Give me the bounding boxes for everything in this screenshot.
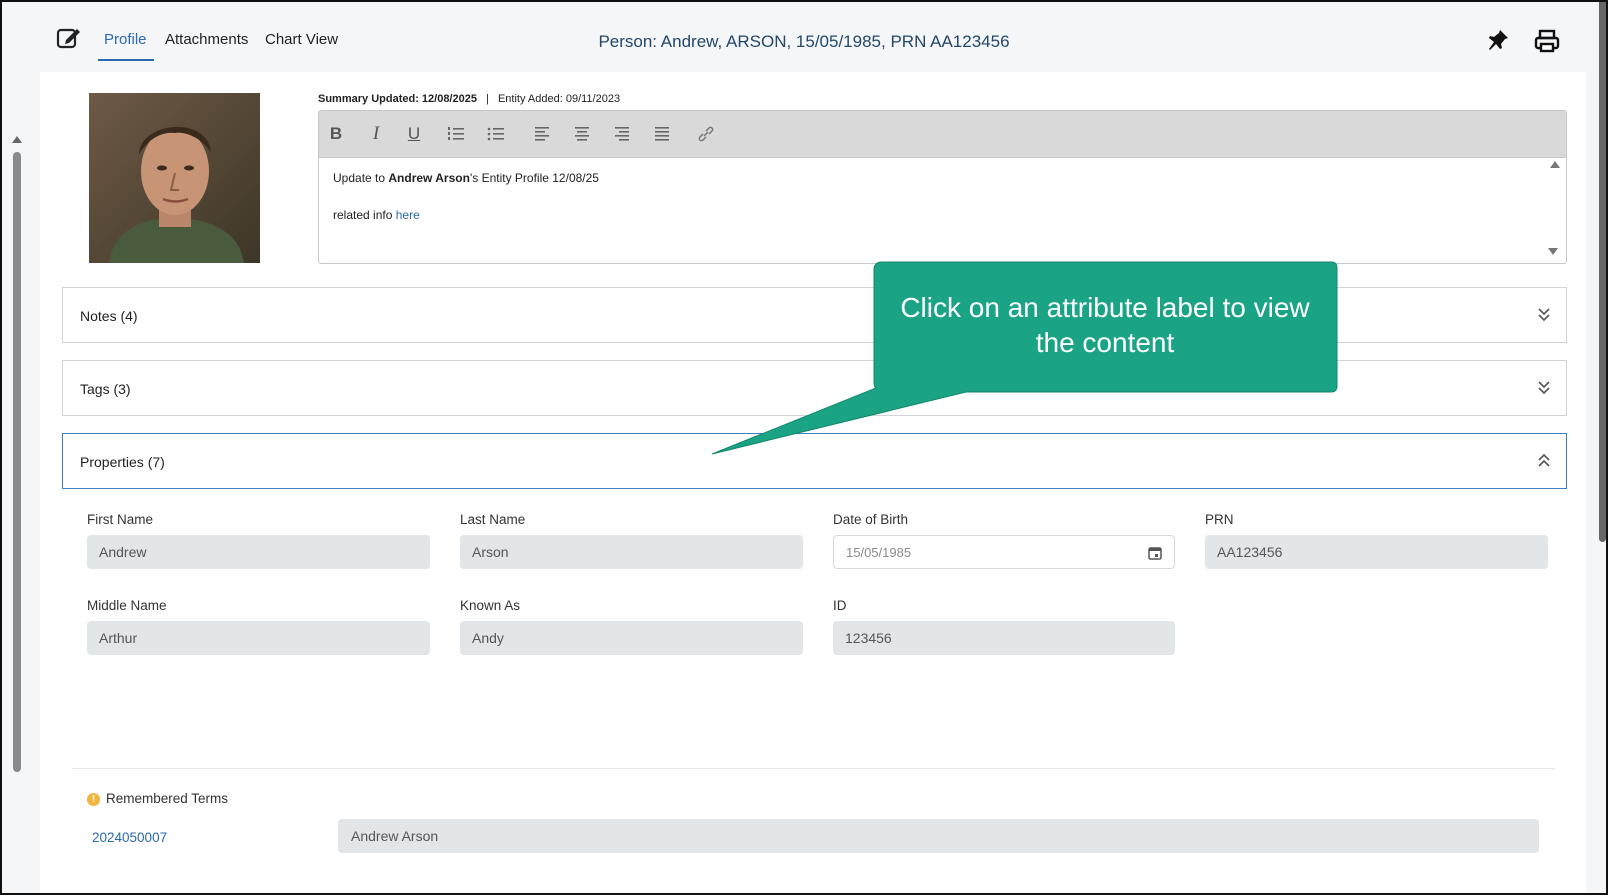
date-of-birth-label[interactable]: Date of Birth — [833, 512, 908, 527]
editor-scroll-up-icon[interactable] — [1550, 161, 1560, 168]
chevron-double-down-icon[interactable] — [1536, 378, 1552, 396]
calendar-icon[interactable] — [1148, 546, 1162, 560]
remembered-term-value: Andrew Arson — [338, 819, 1539, 853]
editor-toolbar: B I U — [319, 111, 1566, 158]
page-title: Person: Andrew, ARSON, 15/05/1985, PRN A… — [598, 32, 1010, 51]
right-scrollbar[interactable] — [1599, 2, 1606, 542]
italic-button[interactable]: I — [365, 123, 387, 145]
first-name-label[interactable]: First Name — [87, 512, 153, 527]
summary-text-line-1: Update to Andrew Arson's Entity Profile … — [333, 171, 599, 185]
last-name-label[interactable]: Last Name — [460, 512, 525, 527]
callout-text: Click on an attribute label to view the … — [900, 292, 1310, 358]
align-right-icon[interactable] — [611, 123, 633, 145]
underline-button[interactable]: U — [403, 123, 425, 145]
related-info-text: related info — [333, 208, 396, 222]
middle-name-field: Arthur — [87, 621, 430, 655]
section-divider — [72, 768, 1555, 769]
date-of-birth-field[interactable]: 15/05/1985 — [833, 535, 1175, 569]
chevron-double-down-icon[interactable] — [1536, 305, 1552, 323]
known-as-label[interactable]: Known As — [460, 598, 520, 613]
app-window: Profile Attachments Chart View Person: A… — [0, 0, 1608, 895]
remembered-terms-label: Remembered Terms — [106, 791, 229, 806]
ordered-list-icon[interactable] — [445, 123, 467, 145]
entity-added: Entity Added: 09/11/2023 — [497, 93, 621, 105]
editor-scroll-down-icon[interactable] — [1548, 248, 1558, 255]
summary-updated: Summary Updated: 12/08/2025 — [318, 93, 477, 105]
notes-panel-label: Notes (4) — [80, 308, 138, 324]
middle-name-label[interactable]: Middle Name — [87, 598, 167, 613]
prn-label[interactable]: PRN — [1205, 512, 1234, 527]
id-label[interactable]: ID — [833, 598, 847, 613]
related-info-link[interactable]: here — [396, 208, 420, 222]
prn-field: AA123456 — [1205, 535, 1548, 569]
properties-panel[interactable]: Properties (7) — [62, 433, 1567, 489]
properties-panel-label: Properties (7) — [80, 454, 165, 470]
summary-text-prefix: Update to — [333, 171, 389, 185]
summary-entity-name: Andrew Arson — [388, 171, 470, 185]
last-name-field: Arson — [460, 535, 803, 569]
profile-photo — [89, 93, 260, 263]
summary-text-suffix: 's Entity Profile 12/08/25 — [469, 171, 599, 185]
pin-icon[interactable] — [1486, 28, 1510, 52]
date-of-birth-value: 15/05/1985 — [846, 545, 912, 560]
justify-icon[interactable] — [651, 123, 673, 145]
align-center-icon[interactable] — [571, 123, 593, 145]
bold-button[interactable]: B — [325, 123, 347, 145]
id-field: 123456 — [833, 621, 1175, 655]
info-icon: ! — [87, 793, 100, 806]
tags-panel-label: Tags (3) — [80, 381, 131, 397]
meta-separator: | — [486, 93, 489, 105]
link-icon[interactable] — [695, 123, 717, 145]
known-as-field: Andy — [460, 621, 803, 655]
active-tab-indicator — [98, 59, 154, 61]
tags-panel[interactable]: Tags (3) — [62, 360, 1567, 416]
chevron-double-up-icon[interactable] — [1536, 451, 1552, 469]
summary-text-line-2: related info here — [333, 208, 420, 222]
left-scrollbar[interactable] — [13, 152, 21, 772]
summary-meta: Summary Updated: 12/08/2025 | Entity Add… — [318, 93, 620, 105]
align-left-icon[interactable] — [531, 123, 553, 145]
bullet-list-icon[interactable] — [485, 123, 507, 145]
summary-editor[interactable]: B I U Update to Andrew Arson's Entity Pr… — [318, 110, 1567, 264]
first-name-field: Andrew — [87, 535, 430, 569]
remembered-term-link[interactable]: 2024050007 — [92, 830, 167, 845]
top-bar: Profile Attachments Chart View Person: A… — [2, 2, 1606, 72]
notes-panel[interactable]: Notes (4) — [62, 287, 1567, 343]
print-icon[interactable] — [1534, 29, 1560, 53]
scroll-up-arrow[interactable] — [12, 136, 22, 143]
